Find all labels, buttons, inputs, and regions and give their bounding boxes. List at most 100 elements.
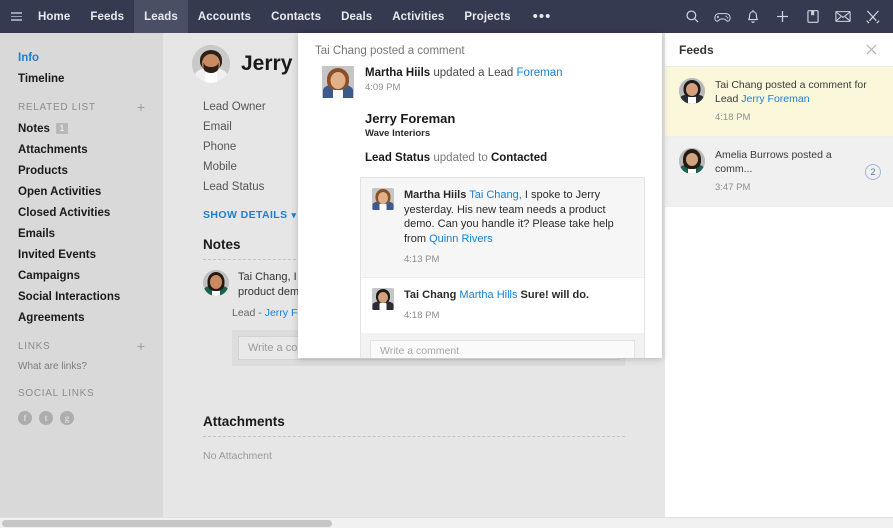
avatar: [679, 148, 705, 174]
left-sidebar: Info Timeline RELATED LIST + Notes 1 Att…: [0, 33, 163, 517]
popup-lead-link[interactable]: Foreman: [517, 67, 563, 79]
nav-items: Home Feeds Leads Accounts Contacts Deals…: [28, 0, 563, 33]
comment-input[interactable]: Write a comment: [370, 339, 635, 358]
what-are-links-link[interactable]: What are links?: [0, 357, 163, 375]
mail-icon[interactable]: [834, 8, 851, 25]
feed-timestamp: 4:18 PM: [715, 112, 751, 123]
feeds-panel-title: Feeds: [679, 42, 714, 57]
nav-icon-group: [684, 0, 893, 33]
bell-icon[interactable]: [744, 8, 761, 25]
nav-item-deals[interactable]: Deals: [331, 0, 382, 33]
gamepad-icon[interactable]: [714, 8, 731, 25]
popup-author-line: Martha Hiils updated a Lead Foreman: [365, 67, 563, 79]
add-related-list-icon[interactable]: +: [137, 100, 145, 114]
sidebar-item-notes[interactable]: Notes 1: [0, 118, 163, 139]
close-icon[interactable]: [864, 42, 879, 57]
popup-lead-name: Jerry Foreman: [365, 111, 456, 126]
popup-company-name: Wave Interiors: [365, 128, 431, 139]
comment-timestamp: 4:18 PM: [404, 310, 440, 321]
comment-mention-2[interactable]: Quinn Rivers: [429, 233, 493, 245]
popup-author-row: Martha Hiils updated a Lead Foreman 4:09…: [298, 57, 662, 98]
sidebar-item-timeline[interactable]: Timeline: [0, 68, 163, 89]
tools-icon[interactable]: [864, 8, 881, 25]
feed-timestamp: 3:47 PM: [715, 182, 751, 193]
sidebar-item-closed-activities[interactable]: Closed Activities: [0, 202, 163, 223]
feed-item-text: Amelia Burrows posted a comm... 3:47 PM: [715, 148, 855, 195]
nav-item-contacts[interactable]: Contacts: [261, 0, 331, 33]
avatar: [322, 66, 354, 98]
comment-thread: Martha Hiils Tai Chang, I spoke to Jerry…: [360, 177, 645, 358]
comment-item: Tai Chang Martha Hills Sure! will do. 4:…: [361, 278, 644, 333]
facebook-icon[interactable]: f: [18, 411, 32, 425]
comment-message: Sure! will do.: [517, 288, 590, 301]
feeds-panel-header: Feeds: [665, 33, 893, 67]
sidebar-item-invited-events[interactable]: Invited Events: [0, 244, 163, 265]
plus-icon[interactable]: [774, 8, 791, 25]
sidebar-item-products[interactable]: Products: [0, 160, 163, 181]
sidebar-item-attachments[interactable]: Attachments: [0, 139, 163, 160]
note-lead-prefix: Lead -: [232, 307, 265, 319]
status-badge: 1: [55, 123, 68, 134]
comment-timestamp: 4:13 PM: [404, 254, 440, 265]
comment-text: Martha Hiils Tai Chang, I spoke to Jerry…: [404, 188, 633, 268]
popup-author-info: Martha Hiils updated a Lead Foreman 4:09…: [365, 66, 563, 98]
add-link-icon[interactable]: +: [137, 339, 145, 353]
app-window: Home Feeds Leads Accounts Contacts Deals…: [0, 0, 893, 528]
comment-text: Tai Chang Martha Hills Sure! will do. 4:…: [404, 288, 633, 324]
sidebar-item-open-activities[interactable]: Open Activities: [0, 181, 163, 202]
sidebar-item-agreements[interactable]: Agreements: [0, 307, 163, 328]
show-details-label: SHOW DETAILS: [203, 209, 288, 221]
comment-popup: Tai Chang posted a comment Martha Hiils …: [298, 33, 662, 358]
nav-item-feeds[interactable]: Feeds: [80, 0, 134, 33]
nav-more-icon[interactable]: •••: [521, 0, 564, 33]
popup-status-value: Contacted: [490, 152, 548, 164]
comment-author: Martha Hiils: [404, 189, 467, 201]
nav-item-activities[interactable]: Activities: [382, 0, 454, 33]
sidebar-section-social-links: SOCIAL LINKS: [0, 382, 163, 404]
feed-lead-link[interactable]: Jerry Foreman: [741, 93, 809, 105]
list-item[interactable]: Amelia Burrows posted a comm... 3:47 PM …: [665, 137, 893, 207]
nav-item-projects[interactable]: Projects: [454, 0, 520, 33]
nav-item-home[interactable]: Home: [28, 0, 80, 33]
search-icon[interactable]: [684, 8, 701, 25]
notes-icon[interactable]: [804, 8, 821, 25]
nav-item-accounts[interactable]: Accounts: [188, 0, 261, 33]
comment-input-wrapper: Write a comment: [361, 332, 644, 358]
avatar: [372, 287, 394, 310]
attachments-section-title: Attachments: [203, 414, 285, 429]
comment-item: Martha Hiils Tai Chang, I spoke to Jerry…: [361, 178, 644, 278]
avatar: [192, 45, 230, 83]
popup-status-mid: updated to: [430, 152, 491, 164]
comment-mention-1[interactable]: Tai Chang,: [469, 189, 522, 201]
feeds-panel: Feeds Tai Chang posted a comment for Lea…: [665, 33, 893, 517]
hamburger-icon[interactable]: [0, 0, 28, 33]
sidebar-section-related-list: RELATED LIST +: [0, 96, 163, 118]
horizontal-scrollbar[interactable]: [0, 517, 893, 528]
status-badge: 2: [865, 163, 881, 180]
links-title: LINKS: [18, 340, 51, 352]
avatar: [679, 78, 705, 104]
popup-timestamp: 4:09 PM: [365, 82, 401, 93]
twitter-icon[interactable]: t: [39, 411, 53, 425]
sidebar-item-campaigns[interactable]: Campaigns: [0, 265, 163, 286]
comment-author: Tai Chang: [404, 288, 457, 301]
popup-action-text: updated a Lead: [430, 67, 517, 79]
comment-mention-1[interactable]: Martha Hills: [459, 289, 517, 301]
social-links-row: f t g: [0, 411, 163, 425]
attachments-empty-text: No Attachment: [203, 450, 272, 462]
nav-item-leads[interactable]: Leads: [134, 0, 188, 33]
avatar: [372, 188, 394, 210]
sidebar-item-info[interactable]: Info: [0, 47, 163, 68]
social-links-title: SOCIAL LINKS: [18, 387, 95, 399]
scrollbar-thumb[interactable]: [2, 520, 332, 527]
related-list-title: RELATED LIST: [18, 101, 96, 113]
sidebar-item-emails[interactable]: Emails: [0, 223, 163, 244]
sidebar-item-social-interactions[interactable]: Social Interactions: [0, 286, 163, 307]
popup-header-text: Tai Chang posted a comment: [315, 45, 465, 57]
popup-status-field: Lead Status: [365, 152, 431, 164]
avatar: [203, 270, 229, 296]
popup-status-line: Lead Status updated to Contacted: [298, 139, 662, 164]
list-item[interactable]: Tai Chang posted a comment for Lead Jerr…: [665, 67, 893, 137]
feed-text-main: Amelia Burrows posted a comm...: [715, 149, 832, 175]
google-plus-icon[interactable]: g: [60, 411, 74, 425]
